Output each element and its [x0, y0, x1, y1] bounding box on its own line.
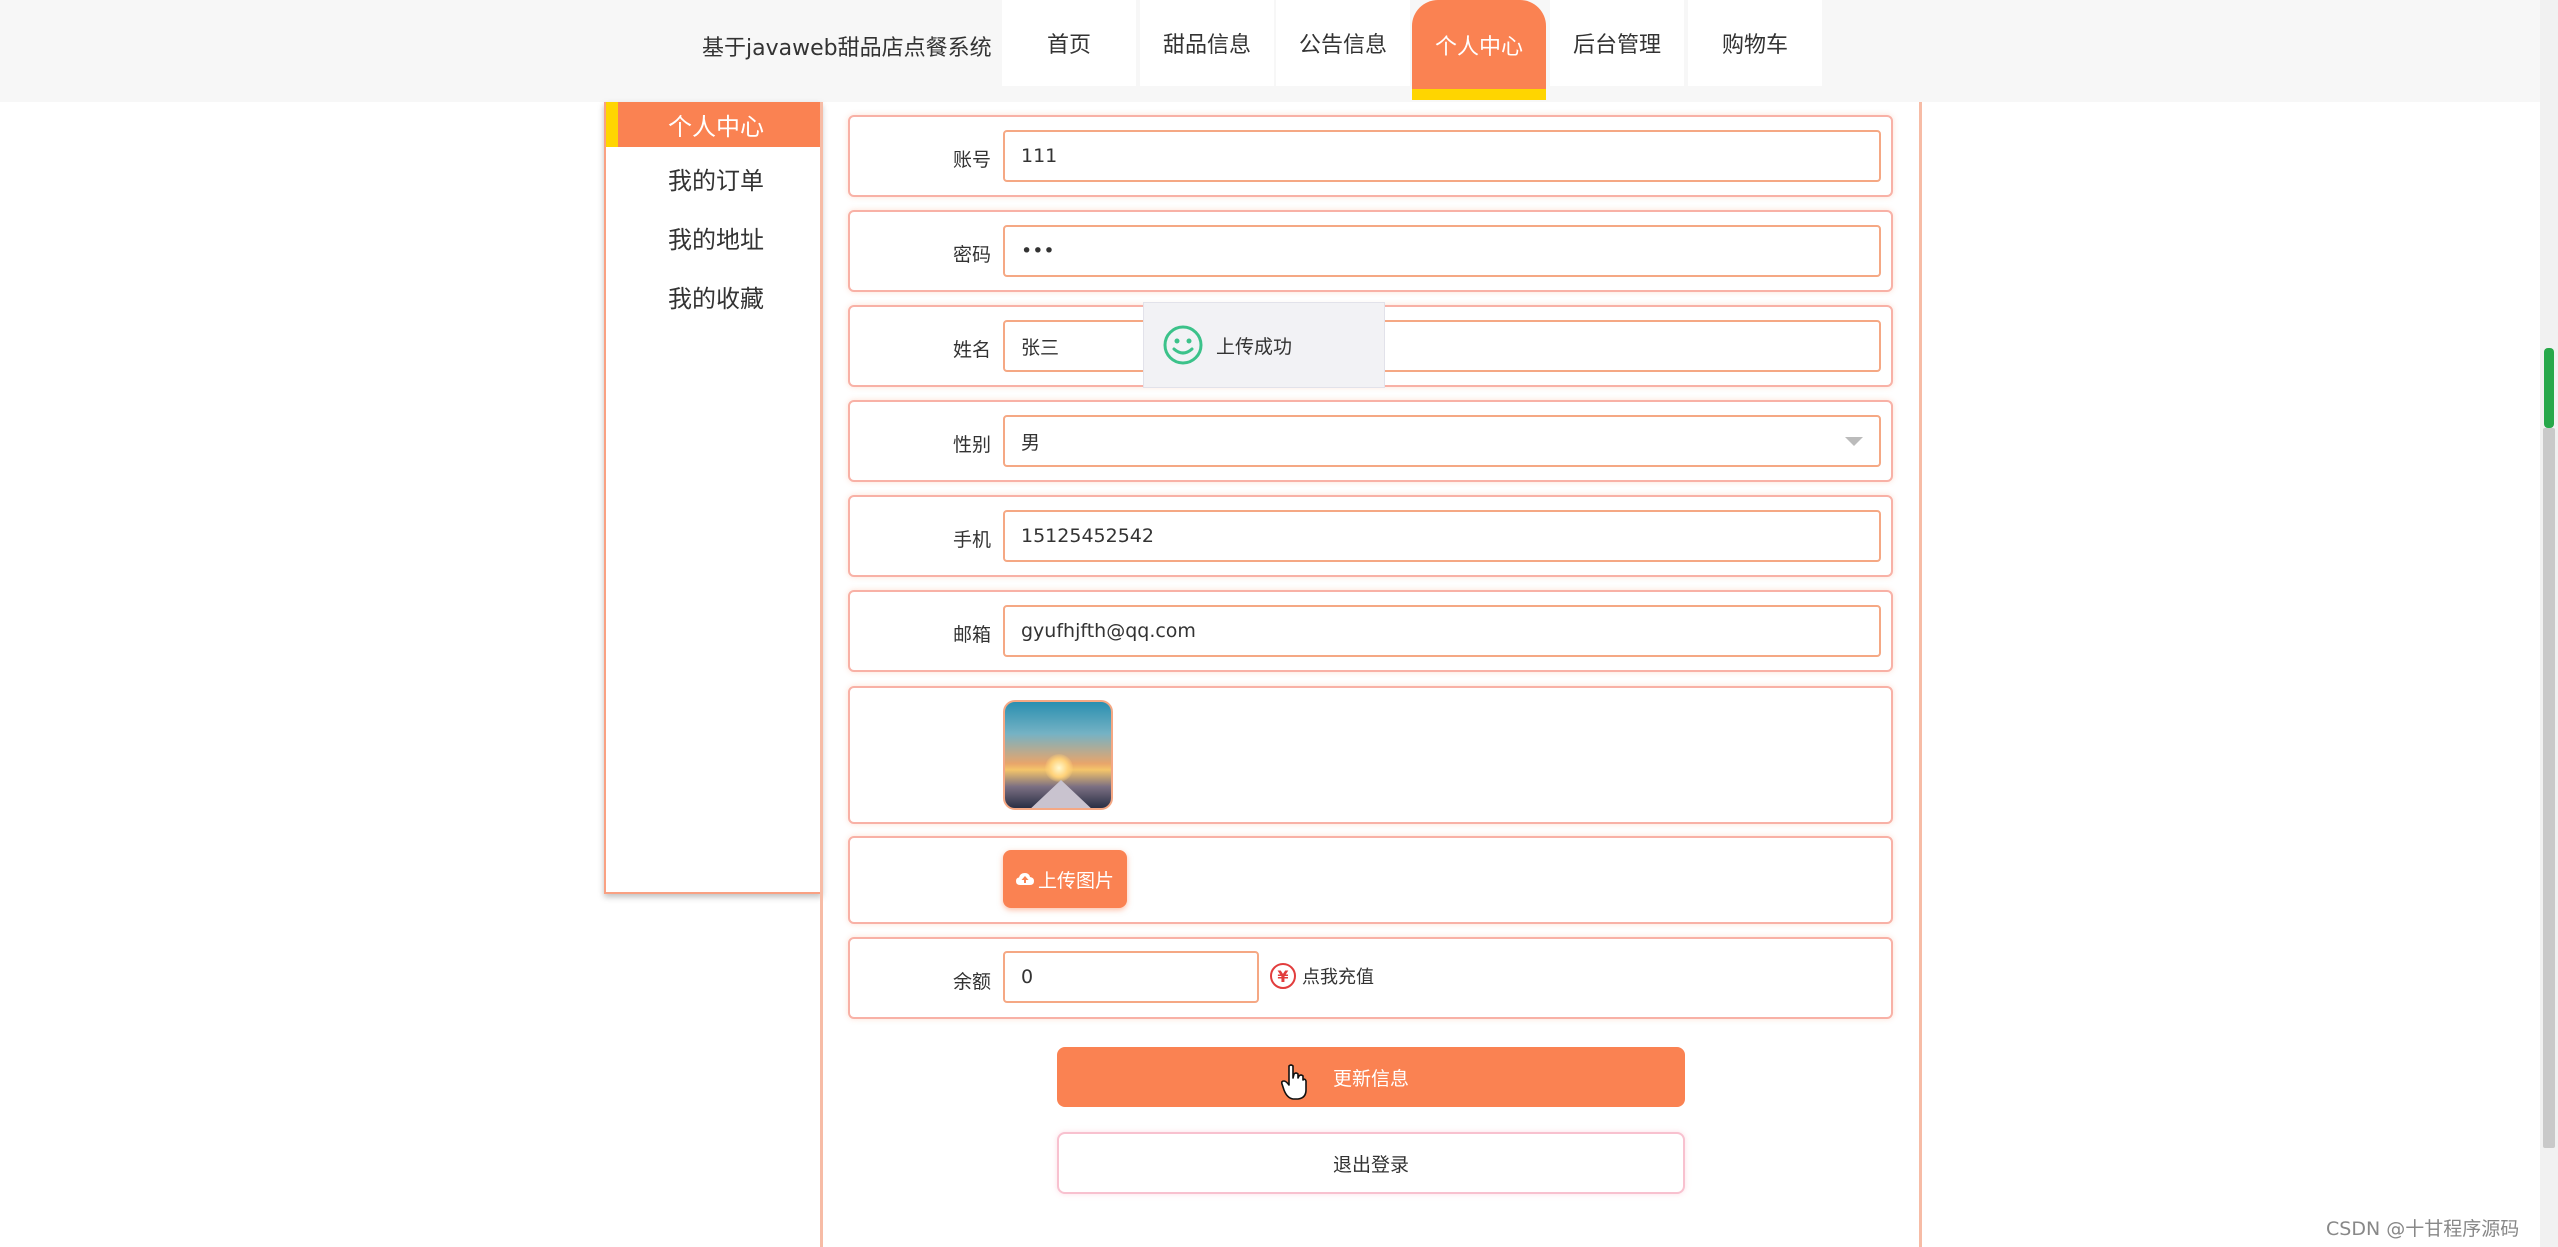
- name-input[interactable]: 张三: [1003, 320, 1881, 372]
- upload-success-toast: 上传成功: [1143, 302, 1385, 388]
- email-label: 邮箱: [952, 624, 991, 646]
- nav-announcements[interactable]: 公告信息: [1276, 0, 1410, 86]
- update-info-button[interactable]: 更新信息: [1057, 1047, 1685, 1107]
- content-border-left: [820, 102, 823, 1247]
- smile-icon: [1163, 325, 1203, 365]
- account-input[interactable]: 111: [1003, 130, 1881, 182]
- recharge-label: 点我充值: [1302, 967, 1374, 988]
- password-input[interactable]: •••: [1003, 225, 1881, 277]
- top-header: 基于javaweb甜品店点餐系统 首页 甜品信息 公告信息 个人中心 后台管理 …: [0, 0, 2540, 102]
- scrollbar-indicator: [2544, 348, 2554, 428]
- cloud-upload-icon: [1015, 873, 1034, 885]
- nav-cart[interactable]: 购物车: [1688, 0, 1822, 86]
- sidebar: 个人中心 我的订单 我的地址 我的收藏: [604, 102, 822, 894]
- logout-button[interactable]: 退出登录: [1057, 1132, 1685, 1194]
- nav-admin[interactable]: 后台管理: [1550, 0, 1684, 86]
- gender-select[interactable]: 男: [1003, 415, 1881, 467]
- upload-image-button[interactable]: 上传图片: [1003, 850, 1127, 908]
- email-input[interactable]: gyufhjfth@qq.com: [1003, 605, 1881, 657]
- account-label: 账号: [952, 149, 991, 171]
- form-row-avatar: [848, 686, 1893, 824]
- sidebar-item-my-orders[interactable]: 我的订单: [610, 153, 822, 203]
- nav-home[interactable]: 首页: [1002, 0, 1136, 86]
- phone-input[interactable]: 15125452542: [1003, 510, 1881, 562]
- balance-input[interactable]: 0: [1003, 951, 1259, 1003]
- sun-graphic: [1045, 754, 1073, 782]
- nav-active-indicator: [1412, 89, 1546, 100]
- gender-label: 性别: [952, 434, 991, 456]
- name-label: 姓名: [952, 339, 991, 361]
- road-graphic: [1027, 780, 1095, 808]
- gender-value: 男: [1021, 431, 1041, 454]
- chevron-down-icon: [1845, 437, 1863, 446]
- nav-dessert-info[interactable]: 甜品信息: [1140, 0, 1274, 86]
- form-row-account: 账号 111: [848, 115, 1893, 197]
- upload-image-label: 上传图片: [1037, 869, 1114, 892]
- sidebar-item-personal-center[interactable]: 个人中心: [610, 102, 822, 147]
- hand-cursor-icon: [1281, 1064, 1307, 1100]
- balance-label: 余额: [952, 971, 991, 993]
- toast-message: 上传成功: [1216, 335, 1293, 358]
- nav-personal-center[interactable]: 个人中心: [1412, 0, 1546, 90]
- yen-icon: ¥: [1270, 963, 1296, 989]
- phone-label: 手机: [952, 529, 991, 551]
- sidebar-item-my-address[interactable]: 我的地址: [610, 212, 822, 262]
- form-row-balance: 余额 0 ¥ 点我充值: [848, 937, 1893, 1019]
- avatar-image: [1003, 700, 1113, 810]
- content-border-right: [1919, 102, 1922, 1247]
- watermark-text: CSDN @十甘程序源码: [2326, 1218, 2520, 1240]
- sidebar-item-my-favorites[interactable]: 我的收藏: [610, 271, 822, 321]
- recharge-link[interactable]: ¥ 点我充值: [1270, 963, 1374, 989]
- sidebar-active-indicator: [606, 102, 618, 147]
- form-row-email: 邮箱 gyufhjfth@qq.com: [848, 590, 1893, 672]
- form-row-gender: 性别 男: [848, 400, 1893, 482]
- site-title: 基于javaweb甜品店点餐系统: [702, 36, 992, 61]
- form-row-phone: 手机 15125452542: [848, 495, 1893, 577]
- password-label: 密码: [952, 244, 991, 266]
- form-row-upload: 上传图片: [848, 836, 1893, 924]
- form-row-password: 密码 •••: [848, 210, 1893, 292]
- scrollbar-thumb[interactable]: [2543, 428, 2555, 1148]
